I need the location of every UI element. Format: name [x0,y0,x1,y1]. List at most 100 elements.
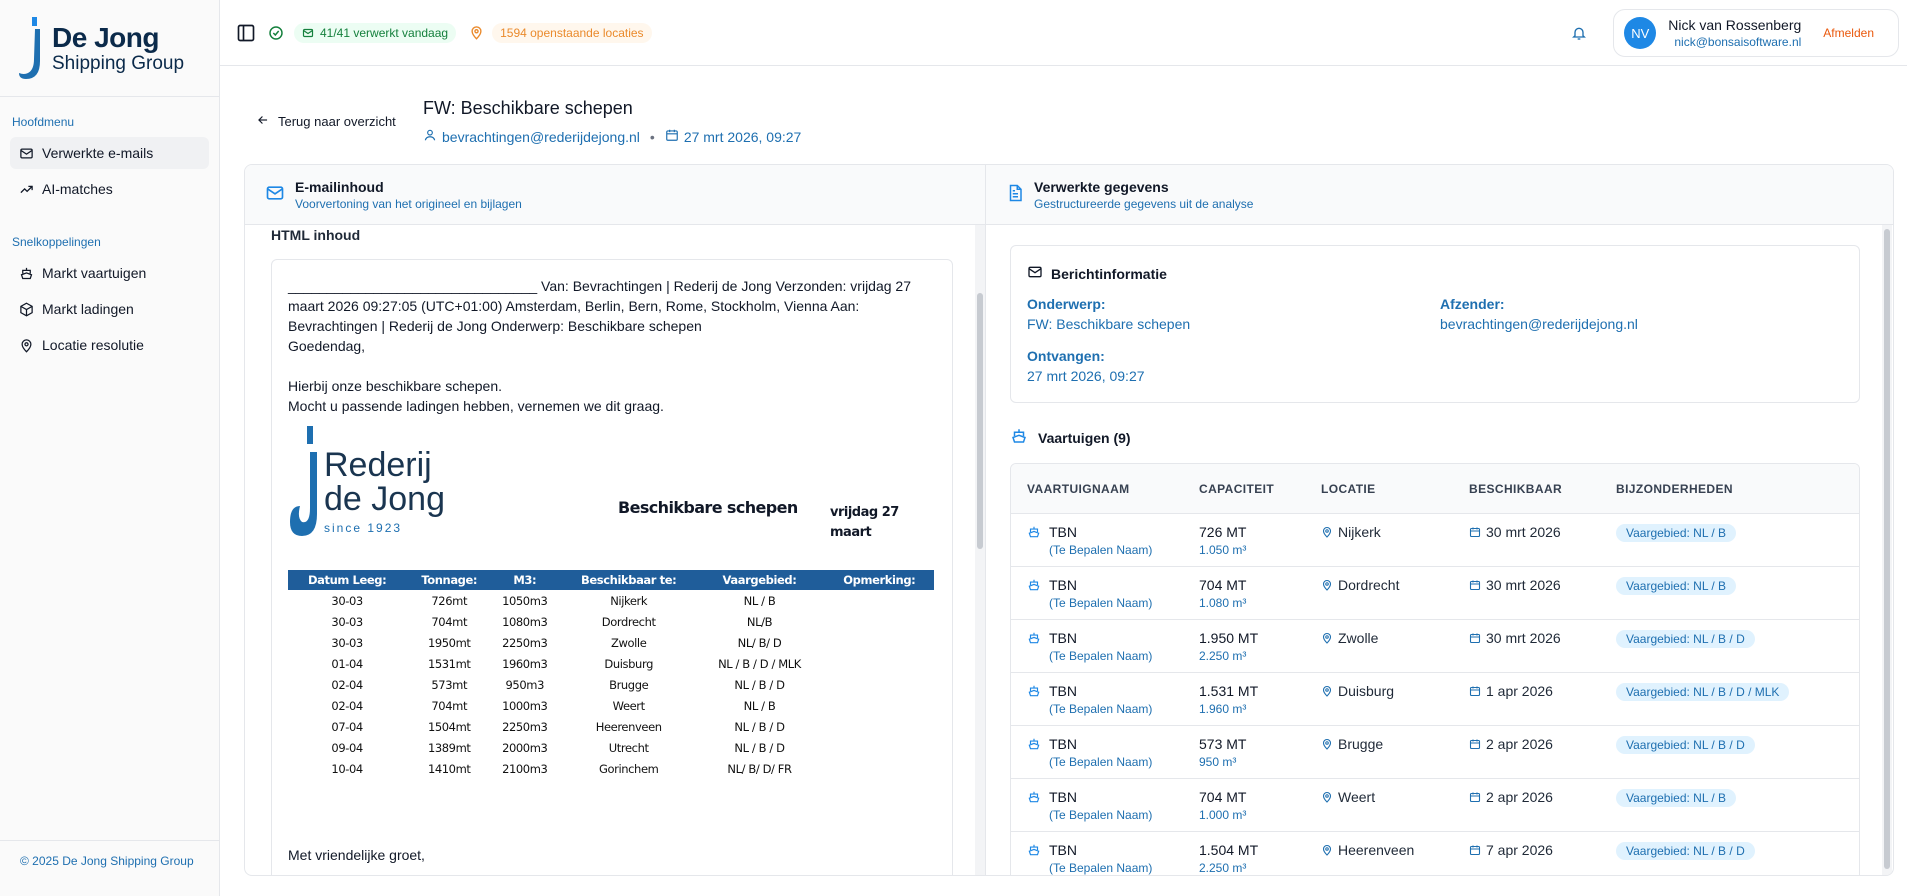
table-row[interactable]: TBN (Te Bepalen Naam) 704 MT 1.080 m³ Dordre… [1011,567,1859,620]
sidebar: De Jong Shipping Group Hoofdmenu Verwerk… [0,0,220,896]
available-value: 2 apr 2026 [1486,789,1553,805]
table-row[interactable]: TBN (Te Bepalen Naam) 573 MT 950 m³ Brugge 2 … [1011,726,1859,779]
sidebar-toggle-icon[interactable] [236,23,256,43]
rederij-j-icon [290,426,317,536]
sheet-cell: 1000m3 [502,698,548,713]
sheet-row: 02-04 573mt 950m3 Brugge NL / B / D [288,674,934,695]
details-cell: Vaargebied: NL / B [1616,789,1859,807]
sheet-cell [825,653,934,674]
bell-icon[interactable] [1569,23,1589,43]
column-header[interactable]: CAPACITEIT [1199,482,1321,496]
email-greeting: Goedendag, [288,338,366,354]
email-content-body[interactable]: HTML inhoud ____________________________… [245,225,986,875]
details-cell: Vaargebied: NL / B [1616,524,1859,542]
sheet-cell: 2250m3 [502,635,548,650]
brand-logo[interactable]: De Jong Shipping Group [0,0,219,97]
scrollbar-thumb[interactable] [1884,229,1890,869]
vessel-name-cell: TBN (Te Bepalen Naam) [1011,842,1199,875]
vessel-name-sub: (Te Bepalen Naam) [1049,755,1153,769]
vessel-name: TBN [1049,630,1077,646]
back-to-overview-link[interactable]: Terug naar overzicht [256,113,396,130]
ship-icon [1027,737,1041,769]
table-row[interactable]: TBN (Te Bepalen Naam) 704 MT 1.000 m³ Weert 2… [1011,779,1859,832]
vessel-name: TBN [1049,736,1077,752]
sheet-cell: Utrecht [608,740,649,755]
table-row[interactable]: TBN (Te Bepalen Naam) 1.504 MT 2.250 m³ Heer… [1011,832,1859,875]
sheet-cell: NL/B [746,614,773,629]
capacity-cell: 704 MT 1.080 m³ [1199,577,1321,610]
location-value: Zwolle [1338,630,1379,646]
calendar-icon [1469,525,1481,541]
location-cell: Heerenveen [1321,842,1469,859]
sidebar-item-markt-vaartuigen[interactable]: Markt vaartuigen [10,257,209,289]
sheet-cell: 01-04 [331,656,363,671]
vessel-name-cell: TBN (Te Bepalen Naam) [1011,736,1199,769]
sheet-cell: 30-03 [331,593,363,608]
location-value: Duisburg [1338,683,1395,699]
sheet-cell: 1080m3 [502,614,548,629]
sidebar-item-locatie-resolutie[interactable]: Locatie resolutie [10,329,209,361]
sheet-cell: NL / B / D [734,677,785,692]
sheet-cell [825,716,934,737]
sheet-cell: 1389mt [427,740,471,755]
map-pin-icon [1321,631,1333,647]
sheet-cell: 573mt [431,677,468,692]
table-row[interactable]: TBN (Te Bepalen Naam) 1.531 MT 1.960 m³ Duis… [1011,673,1859,726]
sheet-cell: NL/ B/ D/ FR [727,761,792,776]
sheet-cell: 09-04 [331,740,363,755]
volume-value: 1.000 m³ [1199,808,1247,822]
calendar-icon [665,128,679,145]
sheet-cell: 1531mt [427,656,471,671]
mail-icon [265,183,285,206]
location-value: Heerenveen [1338,842,1415,858]
table-row[interactable]: TBN (Te Bepalen Naam) 726 MT 1.050 m³ Nijker… [1011,514,1859,567]
map-pin-icon [18,337,34,353]
brand-j-icon [19,17,40,79]
sheet-cell: Dordrecht [601,614,656,629]
status-badge: Vaargebied: NL / B / D [1616,736,1755,754]
processed-data-header: Verwerkte gegevens Gestructureerde gegev… [986,165,1893,225]
page-title: FW: Beschikbare schepen [423,98,633,118]
sidebar-item-markt-ladingen[interactable]: Markt ladingen [10,293,209,325]
column-header[interactable]: BESCHIKBAAR [1469,482,1616,496]
user-card[interactable]: NV Nick van Rossenberg nick@bonsaisoftwa… [1613,9,1899,57]
status-badge: Vaargebied: NL / B / D [1616,842,1755,860]
message-info-heading: Berichtinformatie [1027,264,1167,283]
scrollbar-thumb[interactable] [977,293,983,549]
mail-icon [1027,264,1043,283]
sheet-cell [825,758,934,779]
sender-value: bevrachtingen@rederijdejong.nl [1440,316,1638,332]
subject-label: Onderwerp: [1027,296,1106,312]
rederij-logo-line-1: Rederij [324,446,432,484]
back-link-label: Terug naar overzicht [278,114,396,129]
sheet-date: vrijdag 27 maart [830,505,899,540]
open-locations-badge[interactable]: 1594 openstaande locaties [492,22,652,43]
table-row[interactable]: TBN (Te Bepalen Naam) 1.950 MT 2.250 m³ Zwol… [1011,620,1859,673]
capacity-value: 573 MT [1199,736,1247,752]
email-paragraph: Mocht u passende ladingen hebben, vernem… [288,398,664,414]
sheet-column-header: Vaargebied: [700,570,819,590]
location-value: Nijkerk [1338,524,1381,540]
location-cell: Duisburg [1321,683,1469,700]
mail-meta: bevrachtingen@rederijdejong.nl • 27 mrt … [423,128,801,145]
sheet-cell: Weert [612,698,645,713]
vessel-name-sub: (Te Bepalen Naam) [1049,596,1153,610]
location-value: Dordrecht [1338,577,1400,593]
mail-date: 27 mrt 2026, 09:27 [683,128,802,145]
volume-value: 2.250 m³ [1199,649,1247,663]
capacity-cell: 704 MT 1.000 m³ [1199,789,1321,822]
capacity-cell: 1.950 MT 2.250 m³ [1199,630,1321,663]
column-header[interactable]: LOCATIE [1321,482,1469,496]
logout-button[interactable]: Afmelden [1823,26,1874,40]
column-header[interactable]: VAARTUIGNAAM [1011,482,1199,496]
message-info-card: Berichtinformatie Onderwerp: FW: Beschik… [1010,245,1860,403]
vessel-name-cell: TBN (Te Bepalen Naam) [1011,577,1199,610]
sidebar-item-ai-matches[interactable]: AI-matches [10,173,209,205]
sidebar-item-verwerkte-emails[interactable]: Verwerkte e-mails [10,137,209,169]
vessel-name-sub: (Te Bepalen Naam) [1049,543,1153,557]
map-pin-icon [1321,578,1333,594]
column-header[interactable]: BIJZONDERHEDEN [1616,482,1859,496]
sheet-cell: Heerenveen [595,719,662,734]
processed-data-body[interactable]: Berichtinformatie Onderwerp: FW: Beschik… [986,225,1893,875]
sheet-cell: NL / B / D [734,740,785,755]
